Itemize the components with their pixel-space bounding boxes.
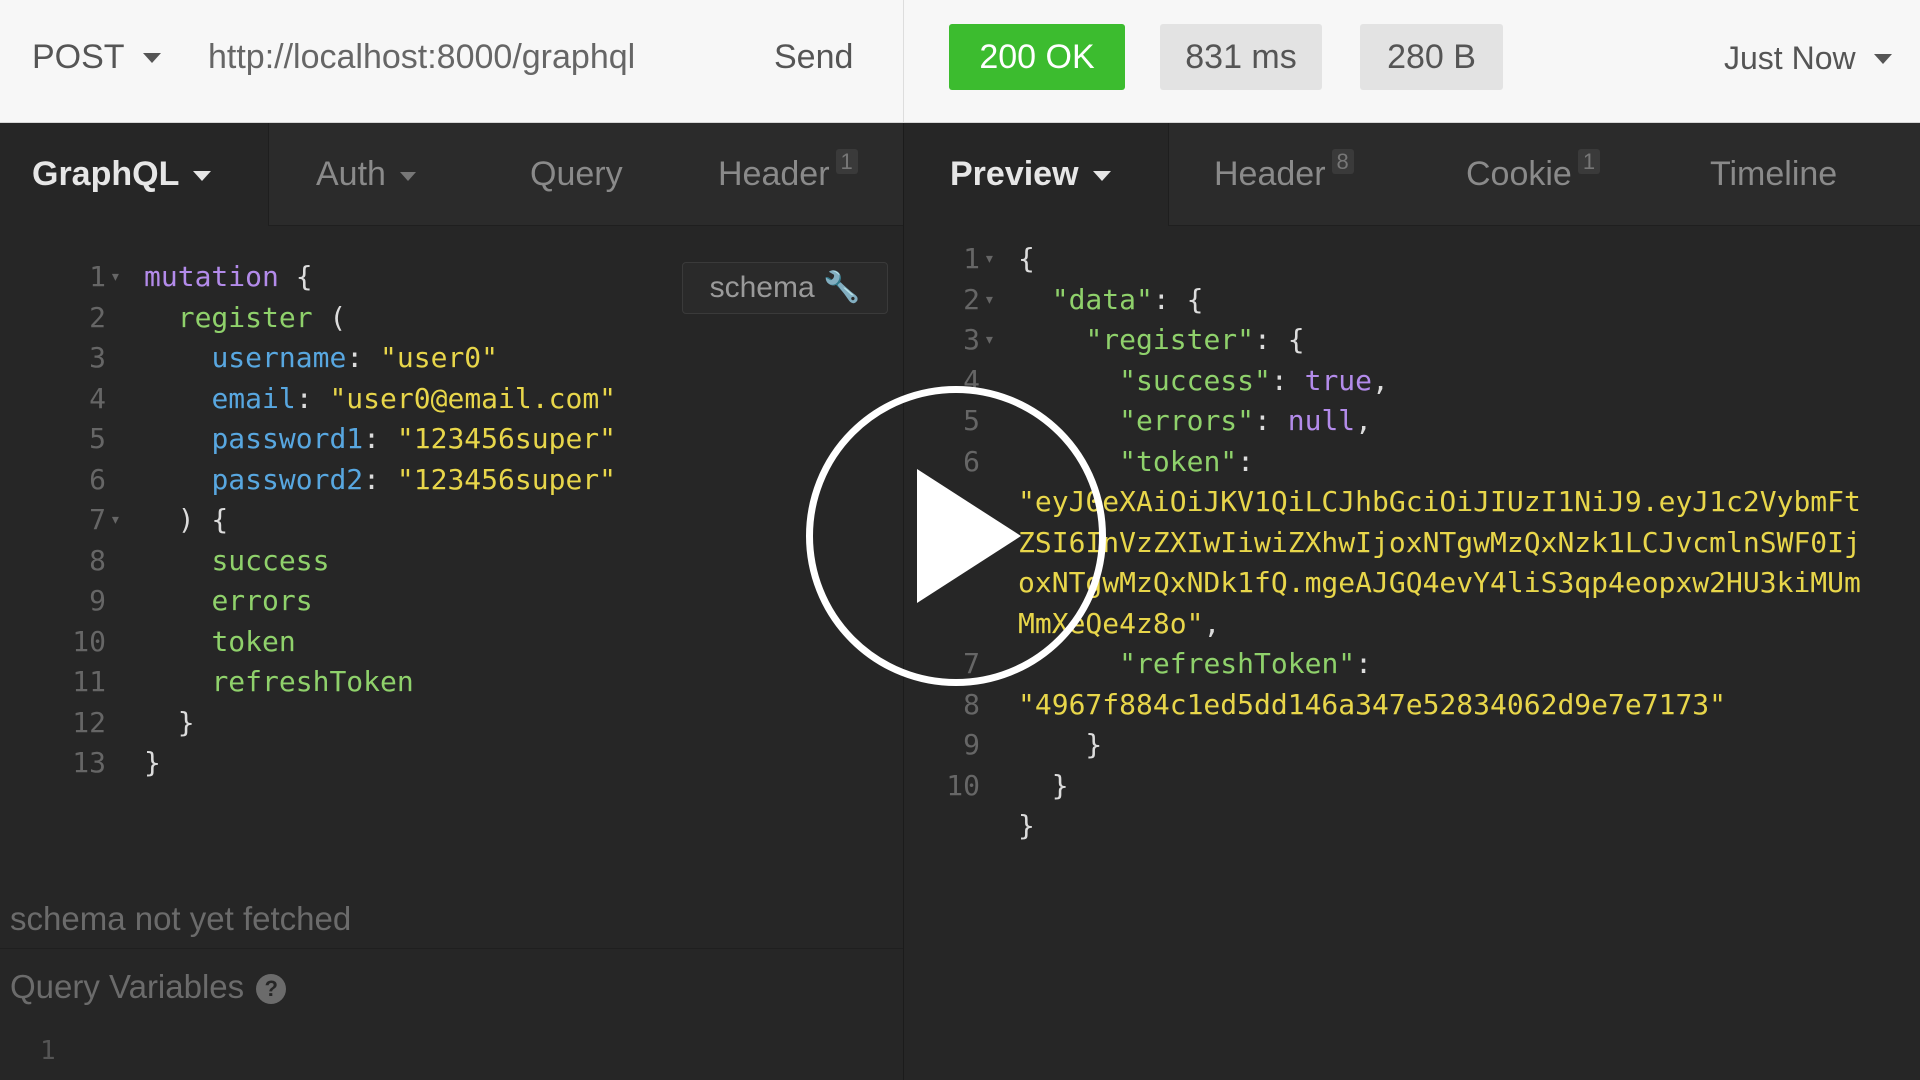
- fold-markers[interactable]: ▾ ▾: [110, 257, 121, 541]
- code-arg: password1: [211, 422, 364, 455]
- tab-label: Header: [1214, 155, 1326, 193]
- chevron-down-icon: [1873, 53, 1892, 64]
- json-bool: true: [1304, 363, 1373, 397]
- tab-label: Header: [718, 155, 830, 193]
- query-variables-label: Query Variables?: [10, 968, 287, 1006]
- code-string: "user0@email.com": [329, 381, 617, 415]
- json-key: "errors": [1119, 404, 1255, 437]
- preview-fold-markers[interactable]: ▾ ▾ ▾: [984, 239, 995, 361]
- tab-separator: [268, 123, 269, 225]
- tab-cookie[interactable]: Cookie 1: [1466, 123, 1601, 225]
- url-bar: POST http://localhost:8000/graphql Send …: [0, 0, 1920, 123]
- json-token-line: oxNTgwMzQxNDk1fQ.mgeAJGQ4evY4liS3qp4eopx…: [1018, 566, 1861, 599]
- tab-separator: [1168, 123, 1169, 225]
- url-input[interactable]: http://localhost:8000/graphql: [208, 38, 635, 77]
- json-key: "refreshToken": [1119, 647, 1356, 680]
- fold-arrow-icon: ▾: [110, 509, 121, 530]
- json-token-line: "eyJ0eXAiOiJKV1QiLCJhbGciOiJIUzI1NiJ9.ey…: [1018, 485, 1861, 518]
- cookie-count-badge: 1: [1577, 149, 1601, 174]
- code-arg: username: [211, 341, 347, 374]
- history-label: Just Now: [1724, 40, 1856, 76]
- tab-query[interactable]: Query: [530, 123, 623, 225]
- play-icon: [917, 469, 1021, 603]
- play-button[interactable]: [806, 386, 1106, 686]
- tab-auth[interactable]: Auth: [316, 123, 416, 225]
- json-key: "data": [1051, 282, 1153, 316]
- editor-line-numbers: 1 2 3 4 5 6 7 8 9 10 11 12 13: [72, 260, 106, 779]
- tab-header[interactable]: Header 1: [718, 123, 858, 225]
- json-null: null: [1287, 404, 1356, 437]
- query-variables-title: Query Variables: [10, 968, 245, 1005]
- history-dropdown[interactable]: Just Now: [1724, 40, 1892, 77]
- request-tabs: GraphQL Auth Query Header 1: [0, 123, 903, 226]
- query-variables-line-number: 1: [40, 1036, 56, 1066]
- code-field: errors: [211, 584, 313, 617]
- header-count-badge: 1: [835, 149, 858, 174]
- code-keyword: mutation: [144, 260, 279, 293]
- tab-label: Auth: [316, 155, 386, 193]
- method-label: POST: [32, 38, 125, 76]
- chevron-down-icon: [1092, 171, 1111, 182]
- response-time-badge: 831 ms: [1160, 24, 1322, 90]
- tab-graphql[interactable]: GraphQL: [32, 123, 212, 225]
- fold-arrow-icon: ▾: [110, 266, 121, 287]
- chevron-down-icon: [142, 52, 161, 63]
- json-string: "4967f884c1ed5dd146a347e52834062d9e7e717…: [1018, 687, 1727, 721]
- code-arg: password2: [211, 462, 364, 496]
- schema-status-text: schema not yet fetched: [10, 900, 352, 937]
- tab-label: Cookie: [1466, 155, 1572, 193]
- tab-preview[interactable]: Preview: [950, 123, 1111, 225]
- code-string: "user0": [380, 341, 499, 374]
- tab-response-header[interactable]: Header 8: [1214, 123, 1354, 225]
- header-count-badge: 8: [1331, 149, 1354, 174]
- response-size-badge: 280 B: [1360, 24, 1503, 90]
- tab-label: Timeline: [1710, 155, 1838, 193]
- tab-timeline[interactable]: Timeline: [1710, 123, 1837, 225]
- chevron-down-icon: [399, 171, 416, 181]
- tab-label: Preview: [950, 155, 1079, 193]
- code-string: "123456super": [396, 462, 617, 496]
- chevron-down-icon: [193, 171, 212, 182]
- code-field: refreshToken: [211, 665, 414, 698]
- response-tabs: Preview Header 8 Cookie 1 Timeline: [904, 123, 1920, 226]
- json-key: "success": [1119, 363, 1271, 397]
- help-icon[interactable]: ?: [256, 974, 287, 1005]
- tab-label: GraphQL: [32, 155, 180, 193]
- status-badge: 200 OK: [949, 24, 1125, 90]
- schema-button[interactable]: schema 🔧: [682, 262, 888, 314]
- code-field: token: [211, 624, 296, 658]
- fold-arrow-icon: ▾: [984, 329, 995, 350]
- code-string: "123456super": [396, 422, 617, 455]
- code-function: register: [177, 300, 313, 334]
- fold-arrow-icon: ▾: [984, 248, 995, 269]
- query-code[interactable]: mutation { register ( username: "user0" …: [144, 257, 616, 784]
- code-field: success: [211, 543, 330, 577]
- topbar-divider: [903, 0, 904, 122]
- json-token-line: ZSI6InVzZXIwIiwiZXhwIjoxNTgwMzQxNzk1LCJv…: [1018, 525, 1861, 559]
- tab-label: Query: [530, 155, 623, 193]
- send-button[interactable]: Send: [774, 38, 853, 77]
- json-key: "token": [1119, 444, 1238, 478]
- wrench-icon: 🔧: [823, 271, 861, 304]
- schema-label: schema: [709, 271, 815, 304]
- code-arg: email: [211, 381, 296, 415]
- response-json: { "data": { "register": { "success": tru…: [1018, 242, 1861, 842]
- fold-arrow-icon: ▾: [984, 288, 995, 310]
- json-key: "register": [1085, 323, 1255, 356]
- method-dropdown[interactable]: POST: [32, 38, 161, 77]
